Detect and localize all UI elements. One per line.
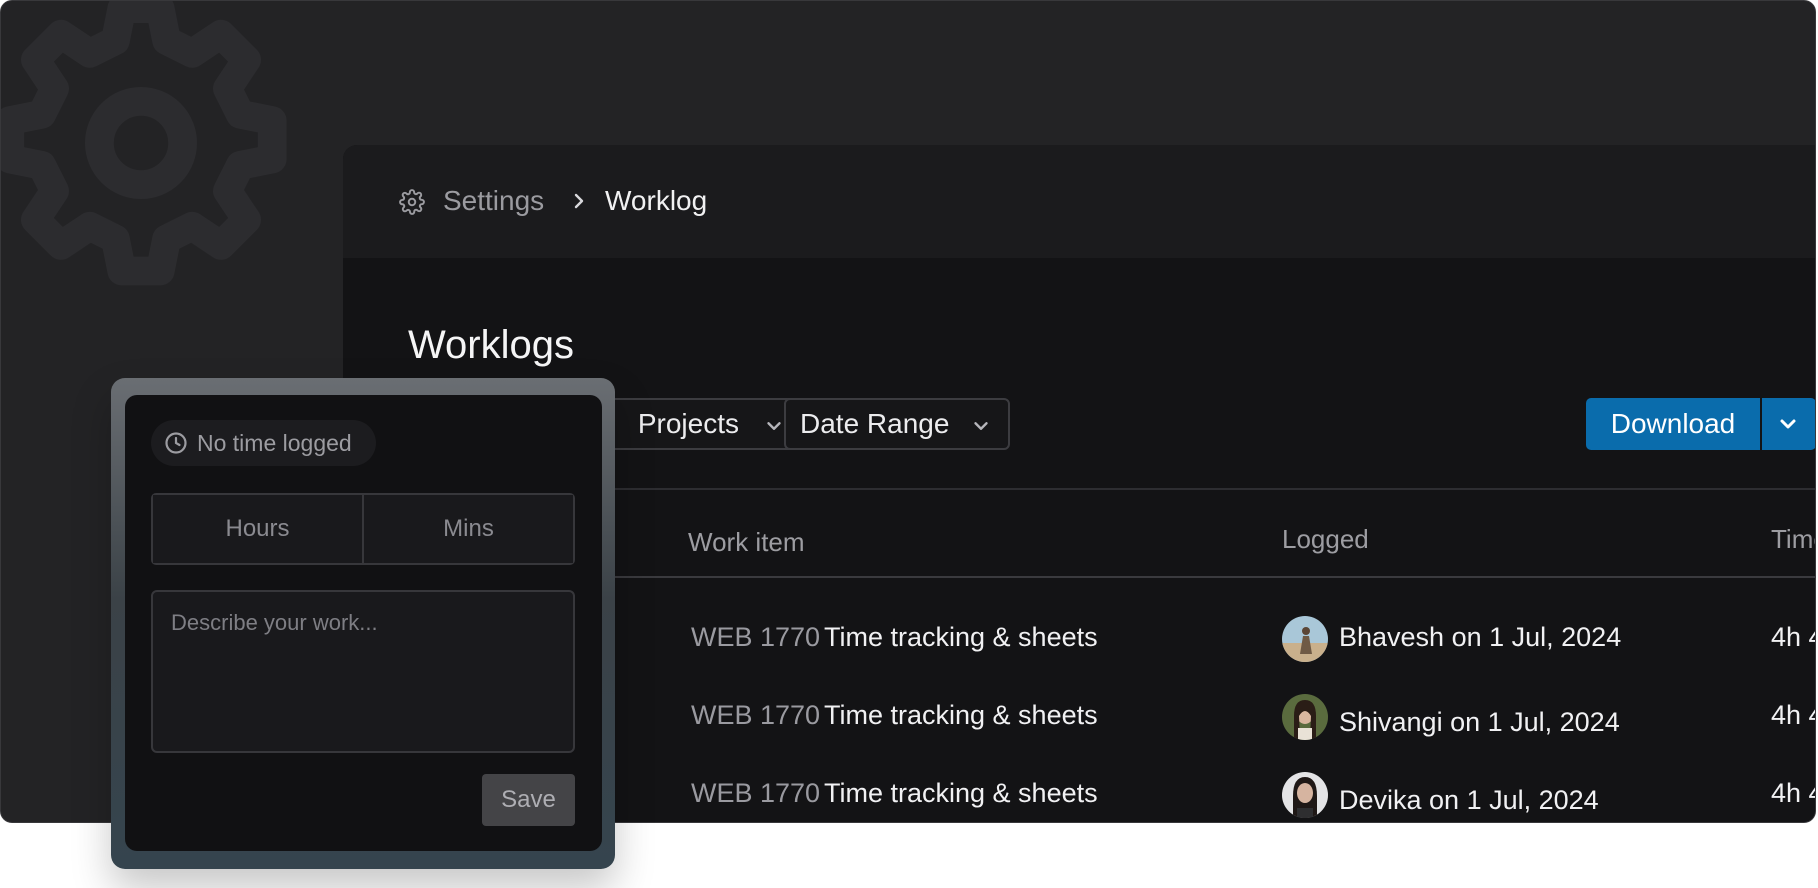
download-options-button[interactable] [1762,398,1815,450]
chevron-down-icon [974,422,988,430]
work-item-id: WEB 1770 [691,622,821,652]
date-range-filter-label: Date Range [800,408,950,439]
work-item-title[interactable]: Time tracking & sheets [824,700,1098,731]
work-item-id: WEB 1770 [691,778,821,808]
log-time-form: No time logged Hours Mins Save [125,395,602,851]
chevron-down-icon [767,422,781,430]
avatar [1282,772,1328,818]
background-gear-icon [1,1,287,286]
work-description-input[interactable] [151,590,575,753]
download-button[interactable]: Download [1586,398,1760,450]
hours-input[interactable]: Hours [153,495,362,563]
avatar [1282,694,1328,740]
time-status-text: No time logged [197,430,352,456]
logged-by: Devika on 1 Jul, 2024 [1339,785,1599,815]
time-status-badge: No time logged [151,420,376,466]
minutes-input[interactable]: Mins [362,495,573,563]
logged-by: Bhavesh on 1 Jul, 2024 [1339,622,1622,652]
save-button[interactable]: Save [482,774,575,826]
settings-gear-icon[interactable] [399,189,425,215]
breadcrumb-settings-link[interactable]: Settings [443,185,544,217]
chevron-down-icon [1780,419,1796,429]
chevron-right-icon [574,193,584,209]
breadcrumb-current: Worklog [605,185,708,216]
work-item-title[interactable]: Time tracking & sheets [824,622,1098,653]
breadcrumb: Settings Worklog [343,145,1815,258]
duration-inputs: Hours Mins [151,493,575,565]
work-item-id: WEB 1770 [691,700,821,730]
column-header-logged: Logged [1282,524,1369,554]
time-logged: 4h 4 [1771,778,1815,808]
column-header-time: Time [1771,524,1815,554]
projects-filter-label: Projects [637,408,739,439]
time-logged: 4h 4 [1771,700,1815,730]
avatar [1282,616,1328,662]
log-time-popover: No time logged Hours Mins Save [111,378,615,869]
page-title: Worklogs [408,323,574,367]
column-header-work-item: Work item [688,527,805,557]
work-item-title[interactable]: Time tracking & sheets [824,778,1098,809]
time-logged: 4h 4 [1771,622,1815,652]
logged-by: Shivangi on 1 Jul, 2024 [1339,707,1620,737]
date-range-filter-dropdown[interactable]: Date Range [784,398,1010,450]
clock-icon [165,432,187,454]
